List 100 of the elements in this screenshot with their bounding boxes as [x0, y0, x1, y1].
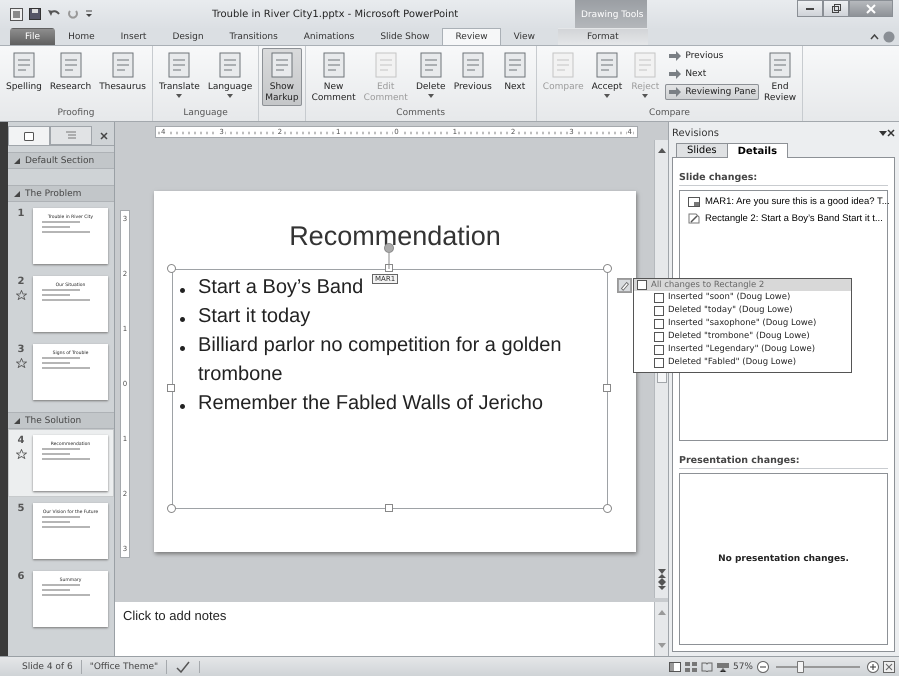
slider-thumb[interactable]: [796, 660, 804, 672]
ribbon-button[interactable]: Previous: [665, 48, 759, 64]
resize-handle[interactable]: [167, 504, 176, 513]
notes-field[interactable]: Click to add notes: [115, 602, 654, 656]
resize-handle[interactable]: [385, 504, 393, 512]
ribbon-button[interactable]: Accept: [588, 48, 626, 106]
section-header[interactable]: The Solution: [8, 412, 114, 429]
fit-to-window-icon[interactable]: [883, 660, 895, 672]
save-icon[interactable]: [29, 8, 41, 20]
ribbon-tab[interactable]: Insert: [108, 28, 160, 45]
checkbox[interactable]: [654, 292, 664, 302]
change-item[interactable]: MAR1: Are you sure this is a good idea? T...: [684, 195, 890, 208]
change-group-row[interactable]: All changes to Rectangle 2: [634, 279, 851, 291]
ribbon-button[interactable]: Research: [46, 48, 94, 106]
star-icon: [16, 290, 26, 300]
bullet-dot: [180, 317, 184, 322]
star-icon: [16, 449, 26, 459]
change-item[interactable]: Rectangle 2: Start a Boy’s Band Start it t...: [684, 212, 883, 225]
text-box-border[interactable]: [172, 269, 608, 509]
slide-number: 3: [18, 344, 24, 355]
bullet-text: Start a Boy’s Band: [198, 275, 364, 300]
resize-handle[interactable]: [603, 384, 611, 392]
minimize-button[interactable]: [797, 0, 823, 17]
resize-handle[interactable]: [603, 264, 612, 273]
lines-icon: [66, 131, 76, 140]
ribbon-button[interactable]: Delete: [412, 48, 449, 106]
slide-show-icon[interactable]: [716, 662, 729, 672]
ribbon-tab[interactable]: Animations: [290, 28, 368, 45]
ribbon-tab[interactable]: Transitions: [216, 28, 291, 45]
slide-number: 5: [18, 503, 24, 514]
change-label: Deleted "Fabled" (Doug Lowe): [668, 356, 796, 369]
pane-tab[interactable]: Slides: [676, 143, 728, 157]
customize-caret-icon[interactable]: [85, 9, 93, 19]
collapse-ribbon-icon[interactable]: [870, 33, 879, 40]
resize-handle[interactable]: [385, 264, 393, 272]
ribbon-button[interactable]: Thesaurus: [96, 48, 149, 106]
checkbox[interactable]: [654, 358, 664, 368]
revision-pencil-icon[interactable]: [617, 278, 632, 293]
app-icon[interactable]: [10, 8, 23, 20]
slide-number: 1: [18, 208, 24, 219]
restore-button[interactable]: [823, 0, 849, 17]
ribbon-button[interactable]: Next: [496, 48, 533, 106]
scroll-up-icon[interactable]: [658, 148, 666, 153]
checkbox[interactable]: [654, 344, 664, 354]
change-label: Deleted "trombone" (Doug Lowe): [668, 330, 810, 343]
normal-view-icon[interactable]: [668, 662, 681, 672]
slide-title: Recommendation: [289, 221, 501, 252]
expanded-triangle-icon: [14, 190, 20, 196]
reading-view-icon[interactable]: [700, 662, 713, 672]
checkbox[interactable]: [654, 318, 664, 328]
next-slide-icon[interactable]: [658, 582, 666, 590]
checkbox[interactable]: [654, 306, 664, 316]
ribbon-button[interactable]: Spelling: [3, 48, 45, 106]
group-label: Proofing: [56, 108, 96, 120]
change-label: Deleted "today" (Doug Lowe): [668, 304, 793, 317]
ribbon-button[interactable]: Translate: [156, 48, 203, 106]
ribbon-button[interactable]: Reviewing Pane: [665, 84, 759, 100]
window-title: Trouble in River City1.pptx - Microsoft PowerPoint: [211, 8, 460, 20]
close-icon[interactable]: [887, 129, 895, 137]
spell-check-icon[interactable]: [175, 660, 192, 672]
close-icon: [100, 132, 108, 140]
dropdown-icon[interactable]: [879, 130, 887, 136]
section-header[interactable]: Default Section: [8, 152, 114, 169]
bullet-text: Remember the Fabled Walls of Jericho: [198, 391, 543, 416]
zoom-in-icon[interactable]: [867, 660, 879, 672]
ribbon-button[interactable]: Previous: [450, 48, 495, 106]
outline-tab[interactable]: [50, 126, 92, 145]
zoom-out-icon[interactable]: [757, 660, 769, 672]
slide-sorter-icon[interactable]: [684, 662, 697, 672]
previous-slide-icon[interactable]: [658, 574, 666, 582]
ribbon-button[interactable]: Next: [665, 66, 759, 82]
ribbon-tab[interactable]: Design: [159, 28, 217, 45]
resize-handle[interactable]: [167, 264, 176, 273]
section-header[interactable]: The Problem: [8, 185, 114, 202]
bullet-text: Billiard parlor no competition for a golden trombone: [198, 333, 563, 387]
star-icon: [16, 358, 26, 368]
ribbon-tab[interactable]: View: [500, 28, 548, 45]
checkbox[interactable]: [637, 280, 647, 290]
slides-tab[interactable]: [8, 126, 50, 145]
change-label: Inserted "saxophone" (Doug Lowe): [668, 317, 816, 330]
restore-icon: [831, 4, 841, 14]
section-heading: Presentation changes:: [679, 455, 888, 469]
ribbon-button[interactable]: Language: [204, 48, 256, 106]
ribbon-button[interactable]: New Comment: [308, 48, 359, 106]
section-heading: Slide changes:: [679, 172, 888, 186]
section-title: The Solution: [25, 416, 82, 426]
ribbon-tab[interactable]: Slide Show: [367, 28, 442, 45]
resize-handle[interactable]: [167, 384, 175, 392]
ribbon-button[interactable]: Show Markup: [262, 48, 302, 106]
empty-message: No presentation changes.: [718, 554, 849, 564]
ribbon-tab[interactable]: Format: [558, 28, 648, 45]
bullet-dot: [180, 346, 184, 351]
ribbon-tab[interactable]: Home: [55, 28, 108, 45]
pane-tab[interactable]: Details: [726, 143, 788, 158]
ribbon-tab[interactable]: Review: [442, 28, 501, 45]
ribbon-button[interactable]: End Review: [760, 48, 800, 106]
scroll-down-icon[interactable]: [658, 569, 666, 574]
resize-handle[interactable]: [603, 504, 612, 513]
ribbon-tab[interactable]: File: [10, 28, 56, 45]
checkbox[interactable]: [654, 332, 664, 342]
